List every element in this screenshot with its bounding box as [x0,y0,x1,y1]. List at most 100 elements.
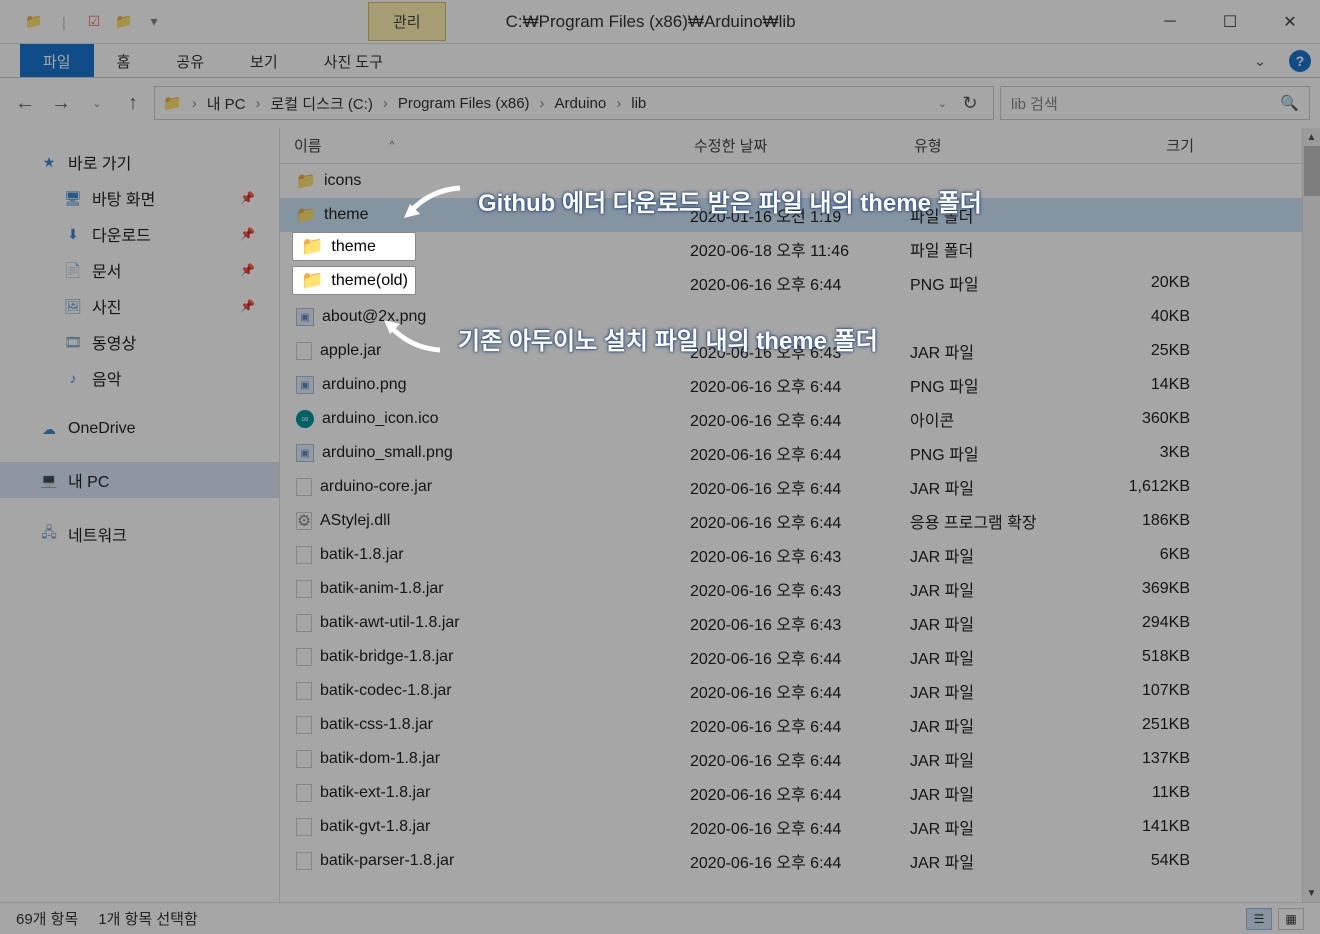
sidebar-this-pc[interactable]: 💻 내 PC [0,462,279,498]
sidebar-desktop[interactable]: 🖥 바탕 화면 📌 [0,180,279,216]
manage-tab[interactable]: 관리 [368,2,446,41]
file-row[interactable]: batik-gvt-1.8.jar2020-06-16 오후 6:44JAR 파… [280,810,1320,844]
image-file-icon: ▣ [296,376,314,394]
file-row[interactable]: ⚙AStylej.dll2020-06-16 오후 6:44응용 프로그램 확장… [280,504,1320,538]
close-button[interactable]: ✕ [1260,0,1320,44]
file-name: icons [324,172,361,190]
file-rows-container: 📁icons📁theme2020-01-16 오전 1:19파일 폴더📁them… [280,164,1320,902]
column-type[interactable]: 유형 [904,135,1084,156]
file-date: 2020-06-16 오후 6:43 [680,577,900,601]
file-row[interactable]: batik-1.8.jar2020-06-16 오후 6:43JAR 파일6KB [280,538,1320,572]
refresh-button[interactable]: ↻ [955,93,985,114]
vertical-scrollbar[interactable]: ▲ ▼ [1302,128,1320,902]
sidebar-pictures[interactable]: 🖼 사진 📌 [0,288,279,324]
file-row[interactable]: batik-bridge-1.8.jar2020-06-16 오후 6:44JA… [280,640,1320,674]
file-row[interactable]: batik-css-1.8.jar2020-06-16 오후 6:44JAR 파… [280,708,1320,742]
item-count: 69개 항목 [16,908,78,929]
file-row[interactable]: batik-dom-1.8.jar2020-06-16 오후 6:44JAR 파… [280,742,1320,776]
file-row[interactable]: arduino-core.jar2020-06-16 오후 6:44JAR 파일… [280,470,1320,504]
scroll-up-icon[interactable]: ▲ [1303,128,1320,146]
details-view-button[interactable]: ☰ [1246,908,1272,930]
breadcrumb-item[interactable]: Program Files (x86) [398,95,530,112]
help-button[interactable]: ? [1280,44,1320,77]
sidebar-label: 다운로드 [92,222,151,246]
tab-view[interactable]: 보기 [227,44,301,77]
sidebar-documents[interactable]: 📄 문서 📌 [0,252,279,288]
properties-icon[interactable]: ☑ [80,8,108,36]
breadcrumb-item[interactable]: 내 PC [207,93,246,114]
scroll-down-icon[interactable]: ▼ [1303,884,1320,902]
folder-icon[interactable]: 📁 [20,8,48,36]
file-name: theme [331,238,375,256]
nav-history-icon[interactable]: ⌄ [82,88,112,118]
tab-file[interactable]: 파일 [20,44,94,77]
file-row[interactable]: ∞arduino_icon.ico2020-06-16 오후 6:44아이콘36… [280,402,1320,436]
theme-folder-highlight[interactable]: 📁 theme [292,232,416,261]
ribbon-expand-icon[interactable]: ⌄ [1240,44,1280,77]
file-type: JAR 파일 [900,543,1080,567]
breadcrumb-item[interactable]: 로컬 디스크 (C:) [271,93,373,114]
file-date: 2020-06-16 오후 6:44 [680,271,900,295]
column-date[interactable]: 수정한 날짜 [684,135,904,156]
file-row[interactable]: batik-parser-1.8.jar2020-06-16 오후 6:44JA… [280,844,1320,878]
main-area: ★ 바로 가기 🖥 바탕 화면 📌 ⬇ 다운로드 📌 📄 문서 📌 🖼 사진 📌… [0,128,1320,902]
jar-file-icon [296,648,312,666]
tab-picture-tools[interactable]: 사진 도구 [301,44,406,77]
file-date: 2020-06-16 오후 6:43 [680,611,900,635]
file-row[interactable]: 📁theme(old)2020-06-18 오후 11:46파일 폴더 [280,232,1320,266]
sidebar-label: OneDrive [68,420,136,438]
nav-forward-button[interactable]: → [46,88,76,118]
file-name: apple.jar [320,342,381,360]
search-input[interactable]: lib 검색 🔍 [1000,86,1310,120]
annotation-text: 기존 아두이노 설치 파일 내의 theme 폴더 [458,321,878,356]
file-row[interactable]: batik-ext-1.8.jar2020-06-16 오후 6:44JAR 파… [280,776,1320,810]
sidebar-onedrive[interactable]: ☁ OneDrive [0,414,279,444]
breadcrumb-item[interactable]: lib [631,95,646,112]
maximize-button[interactable]: ☐ [1200,0,1260,44]
tab-home[interactable]: 홈 [94,44,154,77]
nav-back-button[interactable]: ← [10,88,40,118]
file-row[interactable]: ▣arduino_small.png2020-06-16 오후 6:44PNG … [280,436,1320,470]
address-bar[interactable]: 📁 › 내 PC › 로컬 디스크 (C:) › Program Files (… [154,86,994,120]
theme-old-folder-highlight[interactable]: 📁 theme(old) [292,266,416,295]
chevron-right-icon[interactable]: › [192,95,197,112]
addressbar-dropdown-icon[interactable]: ⌄ [938,97,947,110]
file-type: 응용 프로그램 확장 [900,509,1080,533]
image-file-icon: ▣ [296,444,314,462]
chevron-right-icon[interactable]: › [540,95,545,112]
breadcrumb-item[interactable]: Arduino [555,95,607,112]
file-row[interactable]: ▣about.pr2020-06-16 오후 6:44PNG 파일20KB [280,266,1320,300]
file-row[interactable]: batik-anim-1.8.jar2020-06-16 오후 6:43JAR … [280,572,1320,606]
search-icon[interactable]: 🔍 [1280,94,1299,112]
file-row[interactable]: batik-codec-1.8.jar2020-06-16 오후 6:44JAR… [280,674,1320,708]
pin-icon: 📌 [240,191,255,205]
file-type: PNG 파일 [900,373,1080,397]
new-folder-icon[interactable]: 📁 [110,8,138,36]
jar-file-icon [296,852,312,870]
chevron-right-icon[interactable]: › [616,95,621,112]
column-name[interactable]: 이름 ^ [284,135,684,156]
sidebar-network[interactable]: 🖧 네트워크 [0,516,279,552]
jar-file-icon [296,784,312,802]
tab-share[interactable]: 공유 [153,44,227,77]
minimize-button[interactable]: ─ [1140,0,1200,44]
scroll-thumb[interactable] [1304,146,1320,196]
folder-icon: 📁 [296,171,316,191]
file-size: 251KB [1080,716,1200,734]
column-size[interactable]: 크기 [1084,135,1204,156]
qat-customize-icon[interactable]: ▾ [140,8,168,36]
file-date: 2020-06-16 오후 6:44 [680,815,900,839]
sidebar-quick-access[interactable]: ★ 바로 가기 [0,144,279,180]
sidebar-downloads[interactable]: ⬇ 다운로드 📌 [0,216,279,252]
addressbar-row: ← → ⌄ ↑ 📁 › 내 PC › 로컬 디스크 (C:) › Program… [0,78,1320,128]
desktop-icon: 🖥 [64,189,82,207]
nav-up-button[interactable]: ↑ [118,88,148,118]
file-row[interactable]: batik-awt-util-1.8.jar2020-06-16 오후 6:43… [280,606,1320,640]
sidebar-music[interactable]: ♪ 음악 [0,360,279,396]
chevron-right-icon[interactable]: › [256,95,261,112]
sidebar-label: 바로 가기 [68,150,131,174]
chevron-right-icon[interactable]: › [383,95,388,112]
sidebar-videos[interactable]: 🎞 동영상 [0,324,279,360]
tiles-view-button[interactable]: ▦ [1278,908,1304,930]
file-row[interactable]: ▣arduino.png2020-06-16 오후 6:44PNG 파일14KB [280,368,1320,402]
